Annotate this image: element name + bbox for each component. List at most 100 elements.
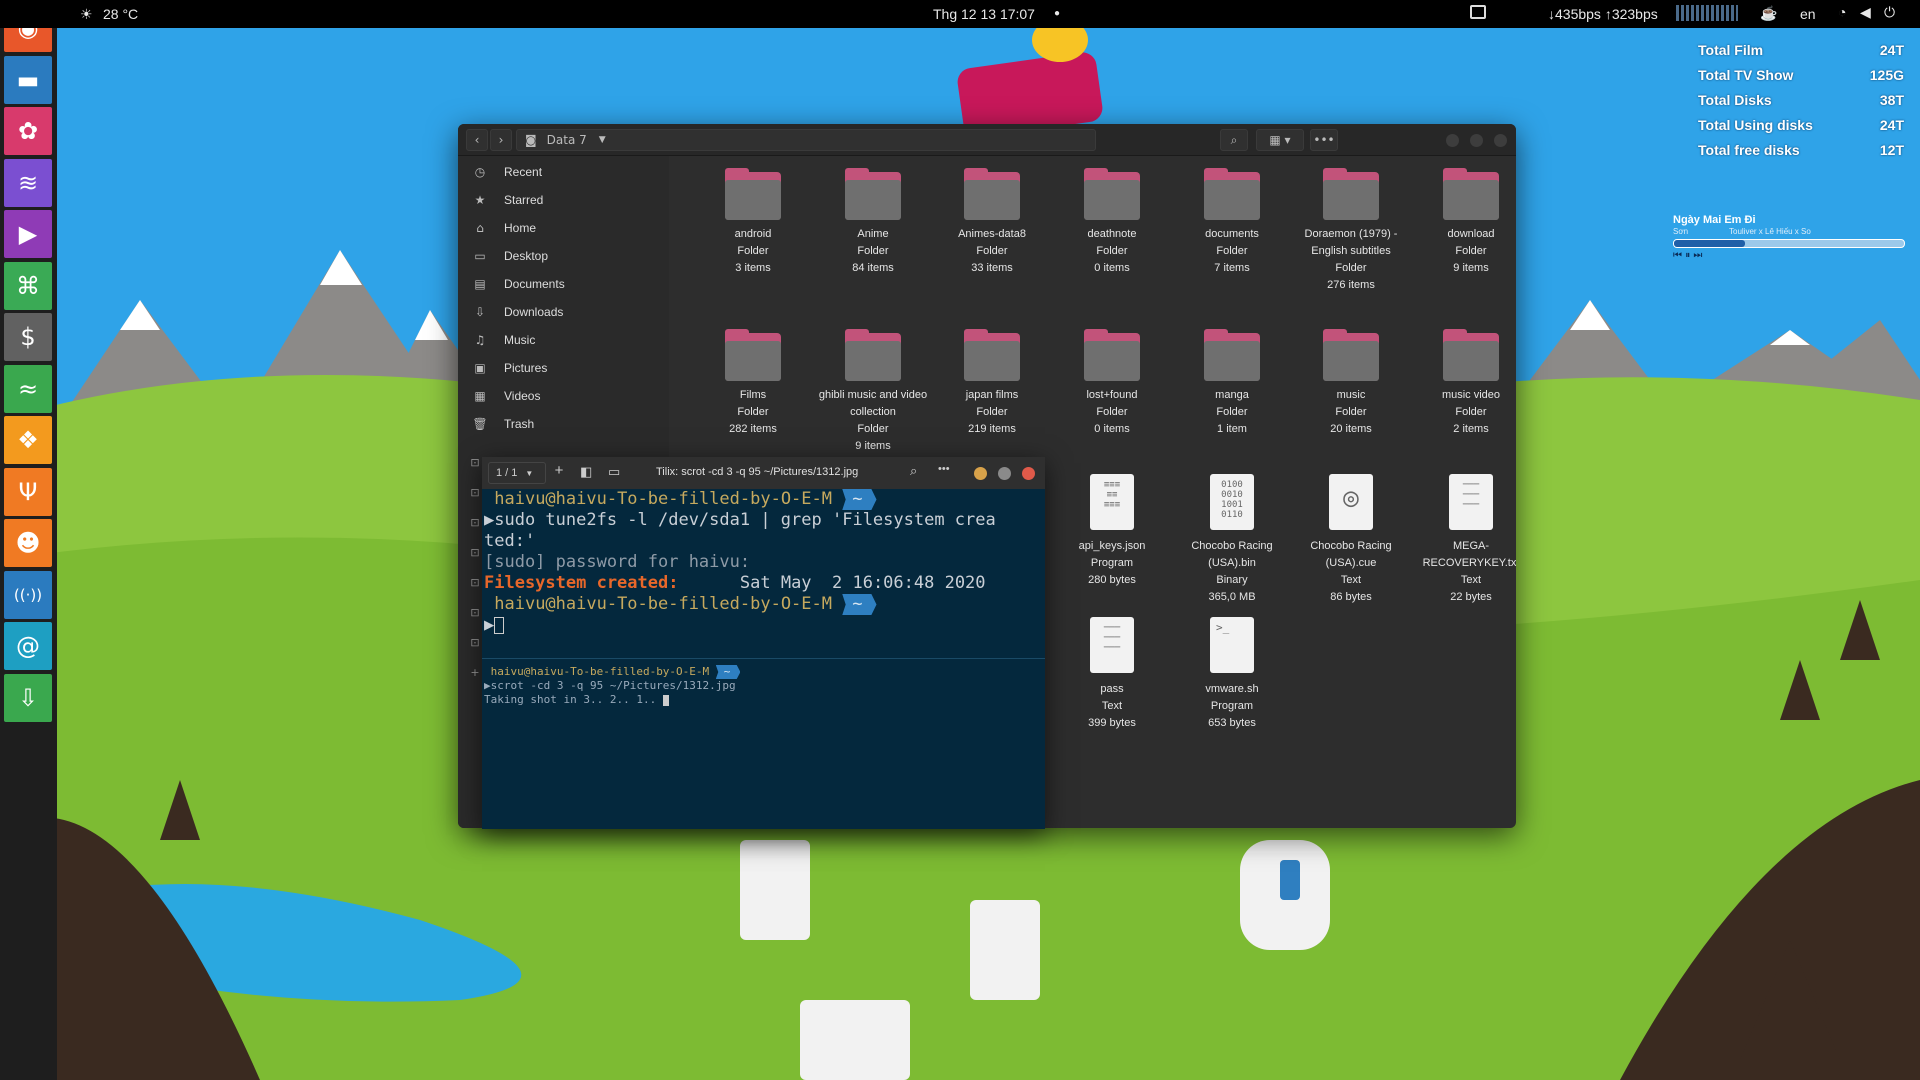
stat-value: 12T (1879, 142, 1904, 158)
chevron-down-icon[interactable]: ▼ (599, 135, 606, 145)
sidebar-item-label: Documents (504, 277, 565, 291)
sidebar-item-label: Music (504, 333, 536, 347)
search-icon[interactable]: ⌕ (910, 463, 917, 479)
file-item[interactable]: ─── ─── ─── MEGA-RECOVERYKEY.txt Text 22 by… (1411, 474, 1516, 606)
sidebar-item-desktop[interactable]: ▭ Desktop (458, 242, 669, 270)
terminal-pane-bottom[interactable]: haivu@haivu-To-be-filled-by-O-E-M ~ ▶scr… (482, 663, 1045, 829)
weather-temp[interactable]: 28 °C (103, 6, 138, 22)
folder-item[interactable]: music Folder 20 items (1291, 329, 1411, 438)
forward-button[interactable]: › (490, 129, 512, 151)
view-toggle-button[interactable]: ▦ ▾ (1256, 129, 1304, 151)
file-item[interactable]: >_ vmware.sh Program 653 bytes (1172, 617, 1292, 732)
dock-item-play[interactable]: ▶ (4, 210, 52, 258)
folder-icon (1323, 329, 1379, 381)
file-item[interactable]: 0100 0010 1001 0110 Chocobo Racing (USA).… (1172, 474, 1292, 606)
folder-item[interactable]: android Folder 3 items (693, 168, 813, 277)
wifi-icon[interactable]: ◔ (1838, 4, 1846, 20)
sidebar-item-home[interactable]: ⌂ Home (458, 214, 669, 242)
pause-icon[interactable]: ⏸ (1685, 250, 1690, 261)
close-button[interactable] (1022, 467, 1035, 480)
json-file-icon: ≡≡≡ ≡≡ ≡≡≡ (1090, 474, 1134, 530)
sidebar-item-downloads[interactable]: ⇩ Downloads (458, 298, 669, 326)
file-type: Folder (1096, 245, 1128, 257)
screen-icon[interactable] (1470, 5, 1486, 19)
dock-item-broadcast[interactable]: ((·)) (4, 570, 52, 619)
sidebar-item-label: Home (504, 221, 537, 235)
monitor-icon[interactable]: ▭ (608, 464, 620, 480)
keyboard-language[interactable]: en (1800, 6, 1816, 22)
file-name: lost+found (1086, 389, 1138, 401)
file-name: download (1447, 228, 1495, 240)
dock-item-waves[interactable]: ≋ (4, 158, 52, 207)
dock-item-reddit[interactable]: ☻ (4, 519, 52, 567)
pineapple-icon: ❖ (17, 426, 39, 454)
file-item[interactable]: ◎ Chocobo Racing (USA).cue Text 86 bytes (1291, 474, 1411, 606)
folder-item[interactable]: manga Folder 1 item (1172, 329, 1292, 438)
more-icon: ••• (1313, 133, 1335, 147)
search-button[interactable]: ⌕ (1220, 129, 1248, 151)
minimize-button[interactable] (974, 467, 987, 480)
dock-item-gamepad[interactable]: ⌘ (4, 261, 52, 310)
folder-item[interactable]: deathnote Folder 0 items (1052, 168, 1172, 277)
maximize-button[interactable] (1470, 134, 1483, 147)
folder-icon (1084, 329, 1140, 381)
folder-item[interactable]: Anime Folder 84 items (813, 168, 933, 277)
power-icon[interactable]: ⏻ (1884, 4, 1895, 21)
sidebar-item-starred[interactable]: ★ Starred (458, 186, 669, 214)
folder-item[interactable]: japan films Folder 219 items (932, 329, 1052, 438)
session-switcher[interactable]: 1 / 1 ▼ (488, 462, 546, 484)
split-icon[interactable]: ◧ (580, 464, 592, 480)
file-item[interactable]: ─── ─── ─── pass Text 399 bytes (1052, 617, 1172, 732)
prev-icon[interactable]: ⏮ (1673, 250, 1682, 261)
folder-item[interactable]: Animes-data8 Folder 33 items (932, 168, 1052, 277)
folder-item[interactable]: Doraemon (1979) - English subtitles Folde… (1291, 168, 1411, 294)
sidebar-item-music[interactable]: ♫ Music (458, 326, 669, 354)
close-button[interactable] (1494, 134, 1507, 147)
sidebar-item-recent[interactable]: ◷ Recent (458, 158, 669, 186)
dock-item-dollar[interactable]: $ (4, 313, 52, 361)
dock-item-cutlery[interactable]: Ψ (4, 467, 52, 516)
folder-item[interactable]: ghibli music and video collection Folder 9… (813, 329, 933, 455)
folder-item[interactable]: Films Folder 282 items (693, 329, 813, 438)
file-info: 86 bytes (1330, 591, 1372, 603)
menu-button[interactable]: ••• (1310, 129, 1338, 151)
sidebar-item-pictures[interactable]: ▣ Pictures (458, 354, 669, 382)
dock-item-pineapple[interactable]: ❖ (4, 416, 52, 464)
dock-item-briefcase[interactable]: ▬ (4, 55, 52, 104)
sidebar-item-label: Starred (504, 193, 544, 207)
back-button[interactable]: ‹ (466, 129, 488, 151)
folder-item[interactable]: music video Folder 2 items (1411, 329, 1516, 438)
folder-icon (964, 168, 1020, 220)
folder-item[interactable]: download Folder 9 items (1411, 168, 1516, 277)
folder-icon (845, 329, 901, 381)
dock-item-at[interactable]: @ (4, 622, 52, 670)
file-type: Program (1090, 557, 1134, 569)
system-monitor-graph[interactable] (1676, 5, 1738, 21)
path-location[interactable]: Data 7 (547, 133, 587, 147)
dock-item-wifi-waves[interactable]: ≈ (4, 364, 52, 413)
next-icon[interactable]: ⏭ (1693, 250, 1702, 261)
dock-item-download[interactable]: ⇩ (4, 673, 52, 722)
sidebar-item-videos[interactable]: ▦ Videos (458, 382, 669, 410)
file-type: Folder (857, 245, 889, 257)
cup-icon[interactable]: ☕ (1760, 5, 1777, 22)
more-icon[interactable]: ••• (938, 463, 950, 475)
sidebar-item-documents[interactable]: ▤ Documents (458, 270, 669, 298)
file-name: manga (1215, 389, 1249, 401)
file-name: deathnote (1087, 228, 1137, 240)
sidebar-item-trash[interactable]: 🗑 Trash (458, 410, 669, 438)
folder-item[interactable]: documents Folder 7 items (1172, 168, 1292, 277)
minimize-button[interactable] (1446, 134, 1459, 147)
add-session-icon[interactable]: + (548, 462, 570, 484)
clock[interactable]: Thg 12 13 17:07 (933, 6, 1035, 22)
folder-item[interactable]: lost+found Folder 0 items (1052, 329, 1172, 438)
volume-icon[interactable]: ◀ (1860, 4, 1871, 21)
chevron-left-icon: ‹ (474, 133, 480, 147)
terminal-pane-top[interactable]: haivu@haivu-To-be-filled-by-O-E-M ~ ▶sud… (482, 489, 1045, 659)
maximize-button[interactable] (998, 467, 1011, 480)
path-bar[interactable]: ◙ Data 7 ▼ (516, 129, 1096, 151)
folder-icon (1204, 329, 1260, 381)
dock-item-pinwheel[interactable]: ✿ (4, 107, 52, 155)
song-progress-bar[interactable] (1673, 239, 1905, 248)
file-item[interactable]: ≡≡≡ ≡≡ ≡≡≡ api_keys.json Program 280 bytes (1052, 474, 1172, 589)
